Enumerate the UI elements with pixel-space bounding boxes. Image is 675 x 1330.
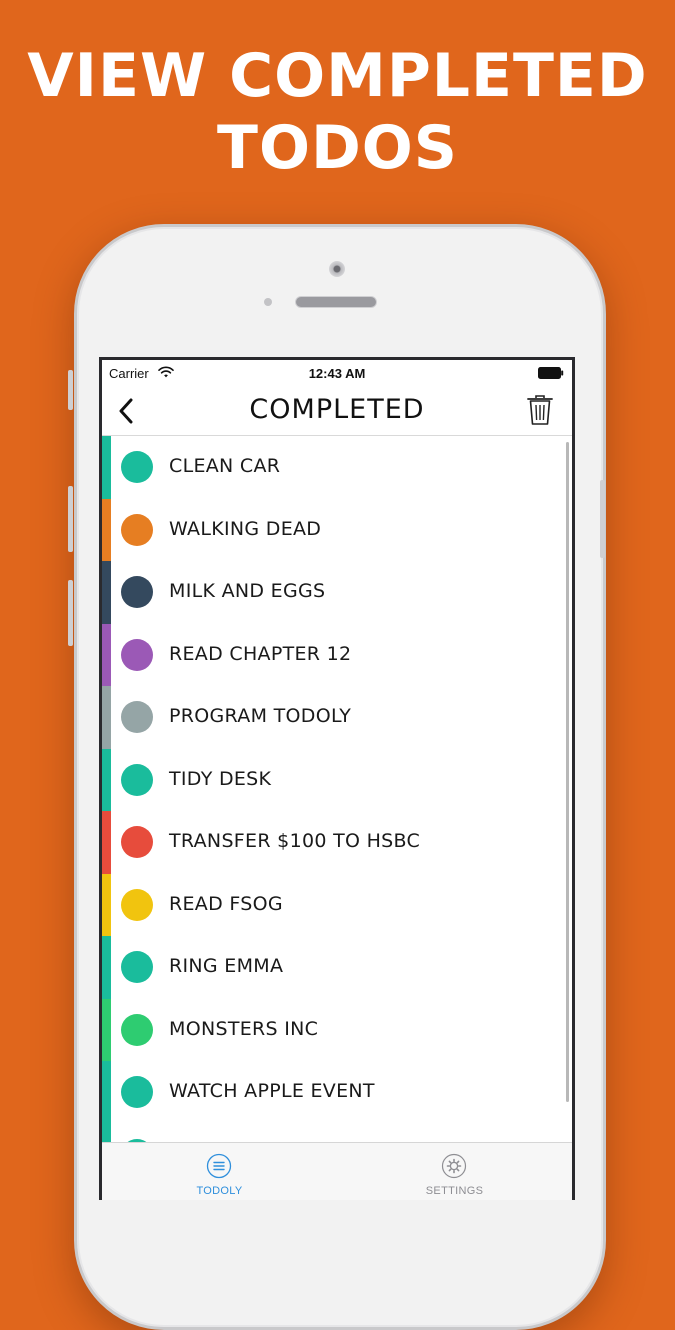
todo-item[interactable]: WATCH APPLE EVENT xyxy=(102,1061,572,1124)
todo-label: TRANSFER $100 TO HSBC xyxy=(169,830,421,852)
todo-color-dot[interactable] xyxy=(121,1076,153,1108)
list-icon xyxy=(206,1153,232,1179)
proximity-sensor xyxy=(264,298,272,306)
todo-color-dot[interactable] xyxy=(121,638,153,671)
volume-up-button xyxy=(68,486,73,552)
tab-todoly-label: TODOLY xyxy=(196,1185,243,1197)
scrollbar[interactable] xyxy=(566,442,569,1102)
tab-settings-label: SETTINGS xyxy=(425,1185,484,1197)
mute-switch xyxy=(68,370,73,410)
todo-color-strip xyxy=(102,1061,111,1124)
todo-color-strip xyxy=(102,936,111,999)
todo-label: WATCH APPLE EVENT xyxy=(169,1080,375,1102)
todo-item[interactable]: WALKING DEAD xyxy=(102,498,572,561)
todo-color-dot[interactable] xyxy=(121,451,153,483)
todo-item[interactable]: READ CHAPTER 12 xyxy=(102,623,572,686)
todo-color-dot[interactable] xyxy=(121,576,153,608)
todo-label: PROGRAM TODOLY xyxy=(169,705,352,727)
status-bar: Carrier 12:43 AM xyxy=(102,360,572,386)
gear-icon xyxy=(441,1153,467,1179)
todo-color-strip xyxy=(102,873,111,936)
todo-label: TIDY DESK xyxy=(169,767,272,790)
headline-line-2: TODOS xyxy=(217,113,458,183)
battery-icon xyxy=(538,367,564,379)
todo-color-strip xyxy=(102,686,111,749)
todo-item[interactable]: TRANSFER $100 TO HSBC xyxy=(102,811,572,874)
todo-label: MILK AND EGGS xyxy=(169,580,326,602)
headline-line-1: VIEW COMPLETED xyxy=(27,41,648,111)
todo-label: RING EMMA xyxy=(169,955,284,977)
tab-settings[interactable]: SETTINGS xyxy=(337,1143,572,1200)
todo-color-dot[interactable] xyxy=(121,513,153,546)
todo-label: READ FSOG xyxy=(169,892,283,915)
todo-color-strip xyxy=(102,811,111,874)
tab-bar: TODOLY SETTINGS xyxy=(102,1142,572,1200)
todo-label: READ CHAPTER 12 xyxy=(169,642,352,665)
todo-item[interactable]: RING EMMA xyxy=(102,936,572,999)
todo-color-dot[interactable] xyxy=(121,763,153,796)
todo-color-strip xyxy=(102,1123,111,1142)
todo-color-strip xyxy=(102,998,111,1061)
page-title: COMPLETED xyxy=(249,394,425,425)
trash-icon[interactable] xyxy=(525,394,555,426)
phone-screen: Carrier 12:43 AM COMPLETED CLEAN CAR WALK… xyxy=(99,357,575,1200)
todo-item[interactable]: MILK AND EGGS xyxy=(102,561,572,624)
todo-color-strip xyxy=(102,748,111,811)
navigation-bar: COMPLETED xyxy=(102,386,572,436)
todo-color-strip xyxy=(102,623,111,686)
todo-color-dot[interactable] xyxy=(121,951,153,983)
todo-item[interactable]: TIDY DESK xyxy=(102,748,572,811)
earpiece-speaker xyxy=(295,296,377,308)
todo-color-strip xyxy=(102,561,111,624)
todo-list: CLEAN CAR WALKING DEAD MILK AND EGGS READ C… xyxy=(102,436,572,1142)
tab-todoly[interactable]: TODOLY xyxy=(102,1143,337,1200)
status-time: 12:43 AM xyxy=(308,366,366,381)
todo-label: WALKING DEAD xyxy=(169,517,322,540)
todo-item[interactable]: PROGRAM TODOLY xyxy=(102,686,572,749)
todo-color-strip xyxy=(102,436,111,499)
volume-down-button xyxy=(68,580,73,646)
todo-label: CLEAN CAR xyxy=(169,455,281,477)
todo-color-dot[interactable] xyxy=(121,1013,153,1046)
todo-item[interactable] xyxy=(102,1123,572,1142)
todo-item[interactable]: CLEAN CAR xyxy=(102,436,572,499)
todo-item[interactable]: READ FSOG xyxy=(102,873,572,936)
todo-label: MONSTERS INC xyxy=(169,1017,319,1040)
todo-color-dot[interactable] xyxy=(121,826,153,858)
todo-item[interactable]: MONSTERS INC xyxy=(102,998,572,1061)
todo-color-dot[interactable] xyxy=(121,888,153,921)
todo-color-dot[interactable] xyxy=(121,701,153,733)
headline: VIEW COMPLETED TODOS xyxy=(0,40,675,184)
todo-color-strip xyxy=(102,498,111,561)
power-button xyxy=(600,480,605,558)
front-camera xyxy=(329,261,345,277)
